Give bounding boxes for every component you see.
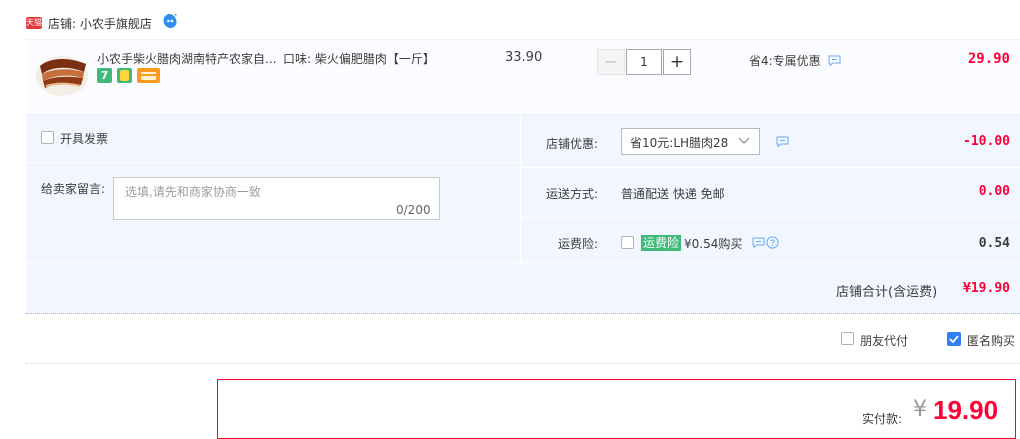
currency-symbol: ¥ — [913, 397, 927, 422]
insurance-chat-icon[interactable] — [752, 237, 765, 248]
shipping-method: 普通配送 快递 免邮 — [621, 187, 725, 201]
chevron-down-icon[interactable] — [738, 134, 750, 146]
quantity-increase-button[interactable]: + — [663, 49, 691, 75]
payment-summary-box — [217, 379, 1016, 439]
checkmark-icon — [949, 335, 959, 344]
coupon-detail-icon[interactable] — [776, 136, 789, 147]
memo-placeholder: 选填,请先和商家协商一致 — [125, 185, 261, 199]
divider — [521, 217, 1020, 218]
product-title[interactable]: 小农手柴火腊肉湖南特产农家自... — [97, 50, 276, 67]
memo-label: 给卖家留言: — [41, 182, 106, 196]
invoice-label[interactable]: 开具发票 — [60, 130, 108, 147]
store-total-value: ¥19.90 — [963, 281, 1010, 296]
payment-label: 实付款: — [862, 412, 903, 426]
divider — [26, 162, 521, 163]
discount-label: 省4:专属优惠 — [749, 54, 821, 68]
shipping-label: 运送方式: — [546, 187, 599, 201]
anonymous-checkbox[interactable] — [947, 332, 961, 346]
divider — [521, 167, 1020, 168]
insurance-checkbox[interactable] — [621, 236, 634, 249]
divider — [520, 115, 521, 263]
insurance-badge: 运费险 — [641, 235, 682, 251]
coupon-amount: -10.00 — [963, 134, 1010, 149]
product-thumbnail[interactable] — [34, 46, 90, 98]
payment-amount: 19.90 — [933, 395, 999, 425]
unit-price: 33.90 — [505, 50, 543, 65]
divider — [26, 262, 1020, 263]
discount-info: 省4:专属优惠 — [749, 52, 841, 69]
invoice-checkbox[interactable] — [41, 131, 54, 144]
discount-detail-icon[interactable] — [828, 55, 841, 67]
card-pay-icon[interactable] — [137, 68, 160, 83]
anonymous-label[interactable]: 匿名购买 — [967, 332, 1015, 349]
7-day-return-icon[interactable]: 7 — [97, 68, 112, 83]
shipping-amount: 0.00 — [978, 184, 1010, 199]
coupon-label: 店铺优惠: — [546, 137, 599, 151]
item-subtotal: 29.90 — [967, 51, 1010, 67]
friend-pay-label[interactable]: 朋友代付 — [860, 332, 908, 349]
quantity-input[interactable]: 1 — [626, 49, 662, 75]
insurance-amount: 0.54 — [978, 236, 1010, 251]
tmall-badge: 天猫 — [26, 17, 42, 29]
quantity-decrease-button[interactable]: − — [597, 49, 625, 75]
store-total-label: 店铺合计(含运费) — [836, 285, 938, 300]
help-icon[interactable] — [766, 236, 779, 249]
insurance-price[interactable]: ¥0.54购买 — [684, 235, 742, 252]
guarantee-icon[interactable] — [117, 68, 132, 83]
memo-char-count: 0/200 — [396, 203, 431, 217]
wangwang-chat-icon[interactable] — [162, 13, 178, 29]
product-sku: 口味: 柴火偏肥腊肉【一斤】 — [283, 52, 435, 66]
coupon-selected-value[interactable]: 省10元:LH腊肉28 — [630, 134, 728, 151]
divider — [26, 363, 1020, 364]
insurance-label: 运费险: — [558, 237, 599, 251]
friend-pay-checkbox[interactable] — [841, 332, 854, 345]
store-name[interactable]: 店铺: 小农手旗舰店 — [48, 15, 152, 32]
